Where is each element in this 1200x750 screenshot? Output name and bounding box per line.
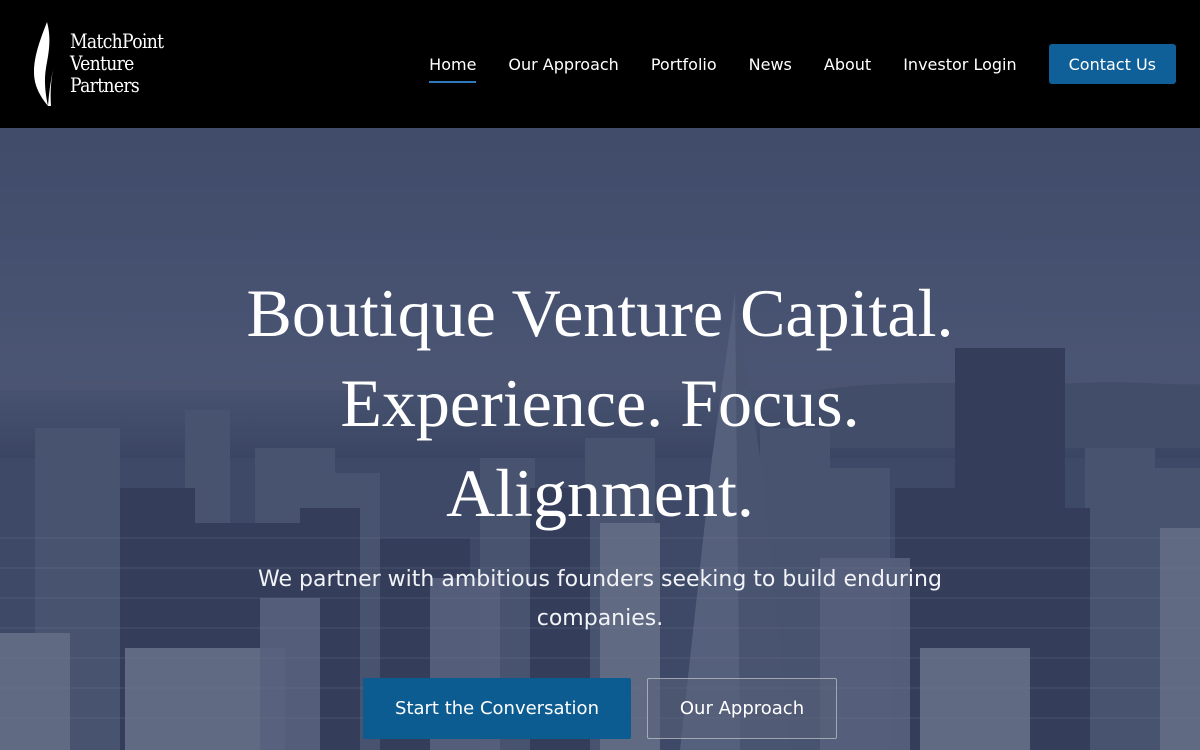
- our-approach-button[interactable]: Our Approach: [647, 678, 837, 739]
- hero-title-line-2: Experience. Focus.: [340, 365, 860, 441]
- flame-leaf-icon: [34, 22, 54, 106]
- nav-news[interactable]: News: [749, 51, 792, 78]
- nav-our-approach[interactable]: Our Approach: [508, 51, 618, 78]
- hero-actions: Start the Conversation Our Approach: [0, 678, 1200, 739]
- start-conversation-button[interactable]: Start the Conversation: [363, 678, 631, 739]
- hero-title: Boutique Venture Capital. Experience. Fo…: [150, 268, 1050, 538]
- contact-us-button[interactable]: Contact Us: [1048, 44, 1176, 84]
- hero-content: Boutique Venture Capital. Experience. Fo…: [0, 128, 1200, 750]
- brand-name: MatchPoint Venture Partners: [70, 29, 164, 97]
- hero-section: Boutique Venture Capital. Experience. Fo…: [0, 128, 1200, 750]
- brand-line-3: Partners: [70, 73, 140, 97]
- site-header: MatchPoint Venture Partners Home Our App…: [0, 0, 1200, 128]
- nav-portfolio[interactable]: Portfolio: [651, 51, 717, 78]
- nav-about[interactable]: About: [824, 51, 871, 78]
- nav-home[interactable]: Home: [429, 51, 477, 83]
- hero-title-line-3: Alignment.: [446, 455, 754, 531]
- hero-subtitle: We partner with ambitious founders seeki…: [258, 567, 942, 631]
- brand-line-1: MatchPoint: [70, 29, 164, 53]
- brand-logo[interactable]: MatchPoint Venture Partners: [30, 19, 179, 109]
- main-nav: Home Our Approach Portfolio News About I…: [397, 44, 1176, 84]
- hero-title-line-1: Boutique Venture Capital.: [246, 275, 954, 351]
- nav-investor-login[interactable]: Investor Login: [903, 51, 1016, 78]
- brand-line-2: Venture: [70, 51, 134, 75]
